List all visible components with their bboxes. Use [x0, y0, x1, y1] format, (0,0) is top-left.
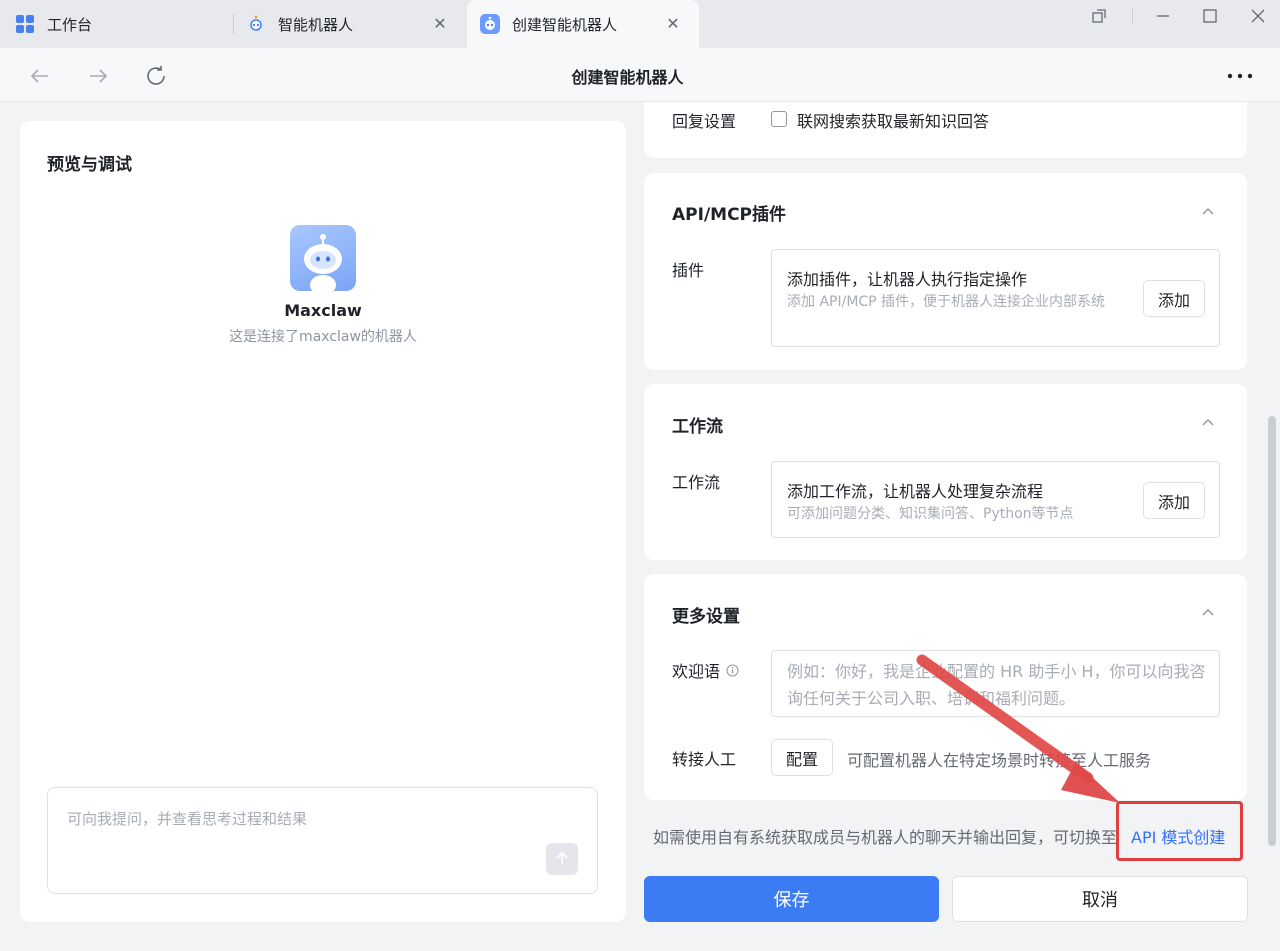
welcome-message-input[interactable]: 例如：你好，我是企业配置的 HR 助手小 H，你可以向我咨询任何关于公司入职、培…: [771, 650, 1220, 717]
plugin-card: API/MCP插件 插件 添加插件，让机器人执行指定操作 添加 API/MCP …: [644, 173, 1247, 370]
cancel-button[interactable]: 取消: [952, 876, 1248, 922]
chat-input-placeholder: 可向我提问，并查看思考过程和结果: [67, 810, 308, 828]
bot-name: Maxclaw: [284, 301, 362, 320]
chat-input[interactable]: 可向我提问，并查看思考过程和结果: [47, 787, 598, 894]
plugin-field-label: 插件: [672, 261, 705, 280]
tab-label: 智能机器人: [278, 15, 354, 34]
plugin-add-description: 添加 API/MCP 插件，便于机器人连接企业内部系统: [787, 294, 1106, 310]
workflow-card-title: 工作流: [672, 417, 723, 437]
robot-icon: [246, 14, 266, 34]
tab-bar: 工作台 智能机器人 ✕ 创建智能机器人 ✕: [0, 0, 1280, 48]
send-button[interactable]: [546, 843, 578, 875]
maximize-icon[interactable]: [1198, 4, 1222, 28]
plugin-add-title: 添加插件，让机器人执行指定操作: [787, 270, 1028, 289]
add-plugin-button[interactable]: 添加: [1143, 280, 1205, 317]
page-title: 创建智能机器人: [571, 68, 684, 87]
web-search-option-label: 联网搜索获取最新知识回答: [797, 112, 990, 131]
save-button[interactable]: 保存: [644, 876, 939, 922]
plugin-card-title: API/MCP插件: [672, 205, 787, 225]
grid-app-icon: [15, 14, 35, 34]
bot-description: 这是连接了maxclaw的机器人: [229, 329, 417, 345]
close-icon[interactable]: ✕: [663, 14, 683, 34]
add-workflow-button[interactable]: 添加: [1143, 482, 1205, 519]
bot-avatar: [290, 225, 356, 291]
robot-icon: [480, 14, 500, 34]
arrow-up-icon: [556, 851, 568, 865]
annotation-highlight-box: [1116, 801, 1243, 861]
tab-label: 创建智能机器人: [512, 15, 618, 34]
info-icon[interactable]: [726, 662, 739, 681]
chevron-up-icon[interactable]: [1201, 415, 1215, 429]
welcome-label: 欢迎语: [672, 662, 721, 681]
workflow-card: 工作流 工作流 添加工作流，让机器人处理复杂流程 可添加问题分类、知识集问答、P…: [644, 384, 1247, 560]
transfer-description: 可配置机器人在特定场景时转接至人工服务: [847, 751, 1152, 770]
reply-settings-card: 回复设置 联网搜索获取最新知识回答: [644, 102, 1247, 158]
chevron-up-icon[interactable]: [1201, 605, 1215, 619]
chevron-up-icon[interactable]: [1201, 204, 1215, 218]
workflow-add-box: 添加工作流，让机器人处理复杂流程 可添加问题分类、知识集问答、Python等节点…: [771, 461, 1220, 538]
tab-label: 工作台: [47, 15, 93, 34]
workflow-add-title: 添加工作流，让机器人处理复杂流程: [787, 482, 1044, 501]
navigation-bar: 创建智能机器人: [0, 48, 1280, 102]
web-search-checkbox[interactable]: [771, 111, 787, 127]
preview-panel: 预览与调试 Maxclaw 这是连接了maxclaw的机器人 可向我提问，并查看…: [20, 121, 626, 922]
scrollbar[interactable]: [1268, 416, 1276, 846]
preview-title: 预览与调试: [47, 155, 132, 175]
more-options-icon[interactable]: [1226, 62, 1254, 90]
api-mode-tip: 如需使用自有系统获取成员与机器人的聊天并输出回复，可切换至: [653, 828, 1118, 847]
window-close-icon[interactable]: [1246, 4, 1270, 28]
transfer-human-label: 转接人工: [672, 750, 737, 769]
reply-settings-label: 回复设置: [672, 112, 737, 131]
workflow-field-label: 工作流: [672, 473, 721, 492]
configure-transfer-button[interactable]: 配置: [771, 739, 833, 776]
workflow-add-description: 可添加问题分类、知识集问答、Python等节点: [787, 506, 1074, 522]
tab-create-robot[interactable]: 创建智能机器人 ✕: [467, 0, 699, 48]
more-settings-title: 更多设置: [672, 607, 740, 627]
close-icon[interactable]: ✕: [430, 14, 450, 34]
welcome-placeholder: 例如：你好，我是企业配置的 HR 助手小 H，你可以向我咨询任何关于公司入职、培…: [787, 662, 1206, 708]
tab-workbench[interactable]: 工作台: [0, 0, 232, 48]
plugin-add-box: 添加插件，让机器人执行指定操作 添加 API/MCP 插件，便于机器人连接企业内…: [771, 249, 1220, 347]
pin-window-icon[interactable]: [1087, 4, 1111, 28]
more-settings-card: 更多设置 欢迎语 例如：你好，我是企业配置的 HR 助手小 H，你可以向我咨询任…: [644, 574, 1247, 800]
minimize-icon[interactable]: [1151, 4, 1175, 28]
window-control-divider: [1132, 8, 1133, 24]
tab-smart-robot[interactable]: 智能机器人 ✕: [234, 0, 466, 48]
